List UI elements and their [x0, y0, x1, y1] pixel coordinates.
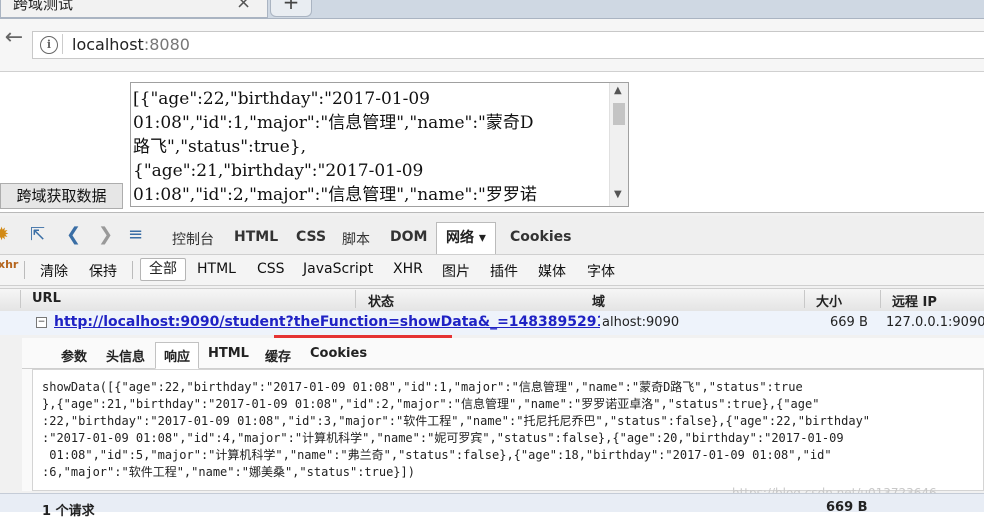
column-separator — [355, 290, 356, 308]
detail-tab-cache[interactable]: 缓存 — [265, 346, 291, 365]
new-tab-button[interactable]: + — [270, 0, 312, 17]
firebug-bug-icon[interactable]: ✹ — [0, 224, 9, 245]
scroll-up-icon[interactable]: ▲ — [614, 85, 622, 96]
address-divider — [62, 34, 63, 54]
column-url[interactable]: URL — [32, 291, 61, 306]
detail-tab-params[interactable]: 参数 — [61, 346, 87, 365]
tab-title: 跨域测试 — [13, 0, 74, 13]
column-separator — [20, 290, 21, 308]
summary-request-count: 1 个请求 — [42, 504, 95, 519]
textarea-content: [{"age":22,"birthday":"2017-01-09 01:08"… — [133, 89, 537, 205]
filter-separator — [132, 261, 133, 279]
column-remote-ip[interactable]: 远程 IP — [892, 291, 937, 310]
filter-plugins[interactable]: 插件 — [490, 261, 518, 281]
forward-chevron-icon[interactable]: ❯ — [98, 224, 113, 245]
tab-html[interactable]: HTML — [234, 229, 278, 245]
column-status[interactable]: 状态 — [368, 291, 394, 310]
tab-cookies[interactable]: Cookies — [510, 229, 571, 245]
tab-console[interactable]: 控制台 — [172, 229, 214, 249]
back-arrow-icon[interactable]: ← — [2, 27, 26, 51]
tab-css[interactable]: CSS — [296, 229, 326, 245]
tab-script[interactable]: 脚本 — [342, 229, 370, 249]
back-chevron-icon[interactable]: ❮ — [66, 224, 81, 245]
column-domain[interactable]: 域 — [592, 291, 605, 310]
request-remote-ip: 127.0.0.1:9090 — [886, 315, 984, 330]
request-url-link[interactable]: http://localhost:9090/student?theFunctio… — [54, 314, 635, 330]
tab-network-label: 网络 — [446, 230, 474, 246]
filter-media[interactable]: 媒体 — [538, 261, 566, 281]
tab-dom[interactable]: DOM — [390, 229, 427, 245]
url-port: :8080 — [143, 35, 190, 54]
filter-css[interactable]: CSS — [257, 261, 285, 277]
url-text[interactable]: localhost:8080 — [72, 35, 190, 54]
scroll-down-icon[interactable]: ▼ — [614, 189, 622, 200]
url-host: localhost — [72, 35, 144, 54]
persist-button[interactable]: 保持 — [89, 261, 117, 281]
detail-tab-headers[interactable]: 头信息 — [106, 346, 145, 365]
filter-javascript[interactable]: JavaScript — [303, 261, 373, 277]
chevron-down-icon: ▾ — [478, 230, 486, 246]
detail-tab-cookies[interactable]: Cookies — [310, 346, 367, 361]
filter-images[interactable]: 图片 — [442, 261, 470, 281]
detail-tab-response[interactable]: 响应 — [164, 346, 190, 365]
filter-separator — [24, 261, 25, 279]
tab-close-icon[interactable]: × — [236, 0, 251, 13]
browser-tab[interactable]: 跨域测试 — [0, 0, 268, 18]
cross-domain-fetch-button[interactable]: 跨域获取数据 — [0, 183, 123, 209]
filter-fonts[interactable]: 字体 — [587, 261, 615, 281]
scroll-thumb[interactable] — [613, 103, 625, 125]
filter-html[interactable]: HTML — [197, 261, 236, 277]
request-size: 669 B — [830, 315, 868, 330]
inspect-element-icon[interactable]: ⇱ — [30, 224, 45, 245]
column-separator — [804, 290, 805, 308]
request-domain: alhost:9090 — [600, 315, 680, 330]
result-textarea[interactable]: [{"age":22,"birthday":"2017-01-09 01:08"… — [130, 82, 629, 207]
xhr-icon: xhr — [0, 258, 19, 271]
detail-tab-html[interactable]: HTML — [208, 346, 249, 361]
column-separator — [880, 290, 881, 308]
tab-network[interactable]: 网络 ▾ — [436, 222, 496, 254]
site-info-icon[interactable]: i — [40, 36, 58, 54]
filter-xhr[interactable]: XHR — [393, 261, 423, 277]
column-size[interactable]: 大小 — [816, 291, 842, 310]
summary-total-size: 669 B — [826, 500, 868, 515]
filter-all[interactable]: 全部 — [140, 258, 186, 281]
tab-strip: 跨域测试 × + — [0, 0, 984, 19]
response-body-text: showData([{"age":22,"birthday":"2017-01-… — [42, 380, 871, 479]
collapse-toggle-icon[interactable]: − — [36, 317, 47, 328]
textarea-scrollbar[interactable]: ▲ ▼ — [609, 83, 628, 206]
clear-button[interactable]: 清除 — [40, 261, 68, 281]
command-line-icon[interactable]: ≡ — [128, 224, 143, 245]
